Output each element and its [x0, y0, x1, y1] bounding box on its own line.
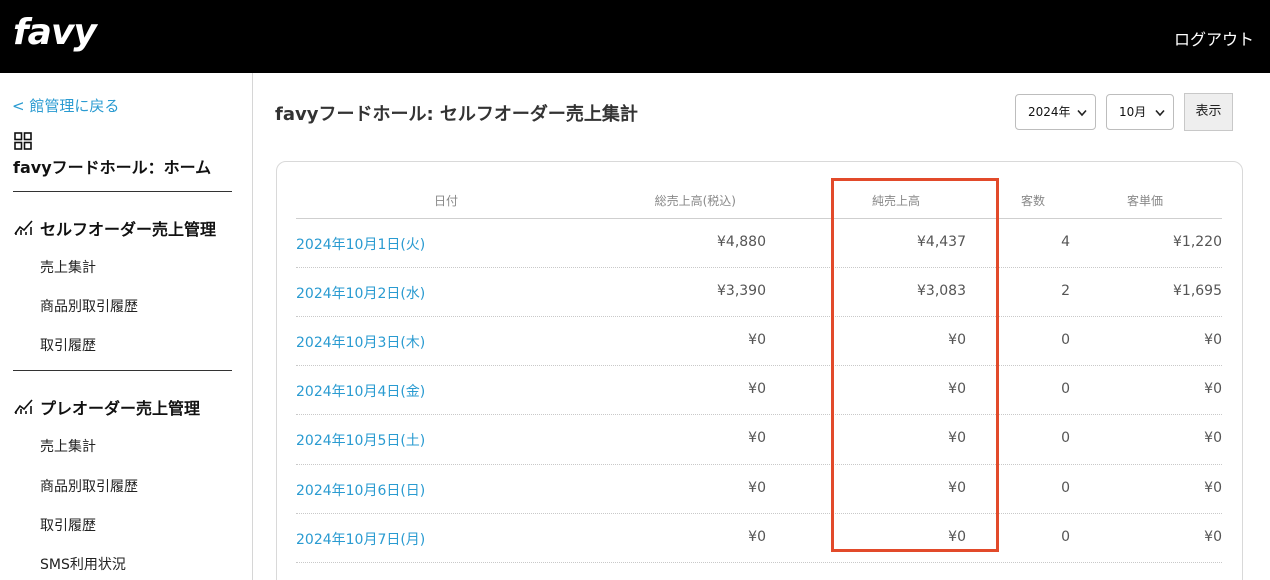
section-title-pre-order: プレオーダー売上管理: [40, 399, 201, 418]
page-title: favyフードホール: セルフオーダー売上集計: [275, 104, 638, 125]
table-cell-avg-spend: ¥0: [1204, 381, 1222, 397]
table-cell-customers: 2: [1061, 283, 1070, 299]
table-row-date[interactable]: 2024年10月7日(月): [296, 529, 425, 549]
table-row-divider: [296, 562, 1222, 563]
table-cell-customers: 0: [1061, 430, 1070, 446]
show-button[interactable]: 表示: [1184, 93, 1233, 131]
table-row-divider: [296, 464, 1222, 465]
table-cell-gross-sales: ¥0: [748, 381, 766, 397]
table-cell-gross-sales: ¥4,880: [717, 234, 766, 250]
table-cell-gross-sales: ¥0: [748, 480, 766, 496]
table-cell-net-sales: ¥4,437: [917, 234, 966, 250]
sales-table-card: [276, 161, 1243, 580]
table-cell-net-sales: ¥0: [948, 430, 966, 446]
sidebar-divider: [13, 370, 232, 371]
table-cell-avg-spend: ¥0: [1204, 480, 1222, 496]
sidebar-item-sms-usage[interactable]: SMS利用状況: [40, 554, 126, 574]
sidebar-item-self-sales-summary[interactable]: 売上集計: [40, 257, 96, 277]
table-row-divider: [296, 365, 1222, 366]
table-cell-customers: 0: [1061, 529, 1070, 545]
table-row-divider: [296, 316, 1222, 317]
table-row-divider: [296, 267, 1222, 268]
sidebar-item-pre-product-history[interactable]: 商品別取引履歴: [40, 476, 138, 496]
table-cell-net-sales: ¥3,083: [917, 283, 966, 299]
column-header-date: 日付: [434, 194, 459, 208]
sidebar-item-pre-sales-summary[interactable]: 売上集計: [40, 436, 96, 456]
table-cell-net-sales: ¥0: [948, 480, 966, 496]
table-cell-customers: 0: [1061, 480, 1070, 496]
chevron-down-icon: [1077, 109, 1087, 117]
month-select[interactable]: 10月: [1106, 94, 1174, 130]
table-row-divider: [296, 414, 1222, 415]
logout-button[interactable]: ログアウト: [1174, 26, 1254, 50]
column-header-customers: 客数: [1021, 194, 1046, 208]
sidebar: < 館管理に戻る favyフードホール：ホーム セルフオーダー売上管理 売上集計…: [0, 73, 253, 580]
table-row-date[interactable]: 2024年10月2日(水): [296, 283, 425, 303]
column-header-net-sales: 純売上高: [872, 194, 921, 208]
back-to-management-link[interactable]: < 館管理に戻る: [12, 95, 119, 116]
table-cell-avg-spend: ¥0: [1204, 529, 1222, 545]
chart-icon: [14, 220, 33, 235]
table-cell-avg-spend: ¥1,695: [1173, 283, 1222, 299]
chevron-down-icon: [1155, 109, 1165, 117]
table-cell-gross-sales: ¥0: [748, 529, 766, 545]
table-row-date[interactable]: 2024年10月4日(金): [296, 381, 425, 401]
sidebar-divider: [13, 191, 232, 192]
favy-logo[interactable]: favy: [13, 12, 97, 53]
table-cell-net-sales: ¥0: [948, 332, 966, 348]
table-row-date[interactable]: 2024年10月1日(火): [296, 234, 425, 254]
table-cell-avg-spend: ¥1,220: [1173, 234, 1222, 250]
sidebar-item-pre-transaction-history[interactable]: 取引履歴: [40, 515, 96, 535]
table-cell-gross-sales: ¥3,390: [717, 283, 766, 299]
table-row-divider: [296, 513, 1222, 514]
table-cell-gross-sales: ¥0: [748, 332, 766, 348]
year-select-value: 2024年: [1028, 105, 1071, 119]
column-header-gross-sales: 総売上高(税込): [654, 194, 736, 208]
grid-icon: [14, 132, 32, 150]
table-row-date[interactable]: 2024年10月6日(日): [296, 480, 425, 500]
sidebar-item-self-transaction-history[interactable]: 取引履歴: [40, 335, 96, 355]
table-row-date[interactable]: 2024年10月5日(土): [296, 430, 425, 450]
table-cell-gross-sales: ¥0: [748, 430, 766, 446]
section-title-self-order: セルフオーダー売上管理: [40, 220, 217, 239]
table-cell-customers: 4: [1061, 234, 1070, 250]
table-cell-customers: 0: [1061, 332, 1070, 348]
chart-icon: [14, 399, 33, 414]
table-row-date[interactable]: 2024年10月3日(木): [296, 332, 425, 352]
table-cell-customers: 0: [1061, 381, 1070, 397]
column-header-avg-spend: 客単価: [1127, 194, 1164, 208]
table-cell-net-sales: ¥0: [948, 381, 966, 397]
month-select-value: 10月: [1119, 105, 1147, 119]
table-header-divider: [296, 218, 1222, 219]
table-cell-avg-spend: ¥0: [1204, 332, 1222, 348]
sidebar-item-self-product-history[interactable]: 商品別取引履歴: [40, 296, 138, 316]
top-bar: favy ログアウト: [0, 0, 1270, 73]
table-cell-avg-spend: ¥0: [1204, 430, 1222, 446]
year-select[interactable]: 2024年: [1015, 94, 1096, 130]
home-link[interactable]: favyフードホール：ホーム: [13, 154, 211, 178]
table-cell-net-sales: ¥0: [948, 529, 966, 545]
